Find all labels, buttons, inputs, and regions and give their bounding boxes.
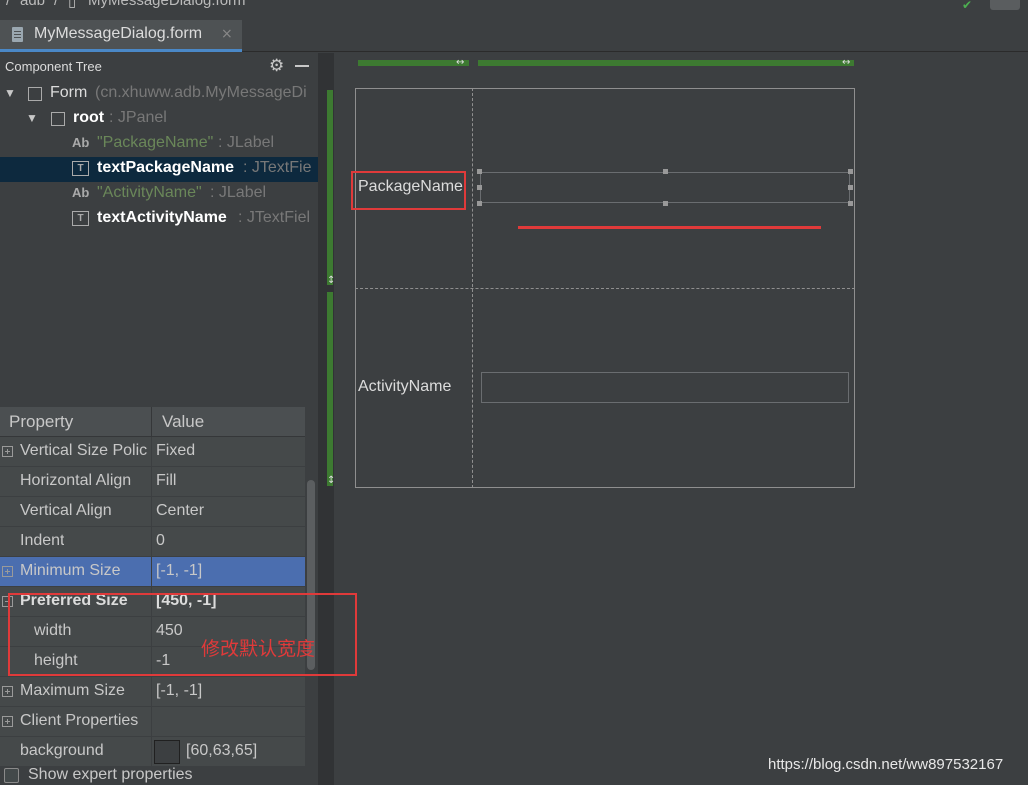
tree-row-form[interactable]: ▼ Form (cn.xhuww.adb.MyMessageDi (0, 82, 318, 107)
property-name: Vertical Size Polic (20, 442, 148, 459)
property-name: Client Properties (20, 712, 139, 729)
selection-handle[interactable] (477, 185, 482, 190)
component-tree-title: Component Tree (5, 59, 102, 74)
tree-row-detail: : JPanel (109, 109, 167, 126)
annotation-text: 修改默认宽度 (201, 638, 316, 660)
tree-row-label: "PackageName" (97, 134, 214, 151)
breadcrumb: / adb / ▯ MyMessageDialog.form (0, 0, 1028, 12)
property-table-header: Property Value (0, 407, 305, 437)
watermark: https://blog.csdn.net/ww897532167 (768, 756, 1004, 773)
minimize-icon[interactable] (295, 65, 309, 67)
expand-arrow-icon[interactable]: ▼ (4, 86, 16, 100)
tree-row-packagename-label[interactable]: Ab "PackageName" : JLabel (0, 132, 318, 157)
component-tree-header: Component Tree ⚙ (0, 53, 318, 80)
tree-row-activityname-label[interactable]: Ab "ActivityName" : JLabel (0, 182, 318, 207)
column-1-bar[interactable] (478, 60, 854, 66)
panel-icon (51, 112, 65, 126)
property-row[interactable]: Maximum Size [-1, -1] (0, 677, 305, 707)
property-value[interactable]: Fill (156, 472, 176, 490)
selection-handle[interactable] (848, 169, 853, 174)
component-tree-panel: Component Tree ⚙ ▼ Form (cn.xhuww.adb.My… (0, 53, 318, 388)
expand-plus-icon[interactable] (2, 566, 13, 577)
property-row[interactable]: Indent 0 (0, 527, 305, 557)
resize-vertical-icon[interactable]: ↕ (327, 276, 335, 286)
property-row[interactable]: Vertical Size Polic Fixed (0, 437, 305, 467)
tree-row-detail: : JLabel (218, 134, 275, 151)
toolbar-icon[interactable] (990, 0, 1020, 10)
show-expert-checkbox[interactable] (4, 768, 19, 783)
property-name: Minimum Size (20, 562, 121, 579)
tree-row-label: textActivityName (97, 209, 227, 226)
close-icon[interactable]: × (221, 26, 233, 42)
property-row-selected[interactable]: Minimum Size [-1, -1] (0, 557, 305, 587)
tree-row-root[interactable]: ▼ root : JPanel (0, 107, 318, 132)
expand-plus-icon[interactable] (2, 446, 13, 457)
property-name: Maximum Size (20, 682, 125, 699)
breadcrumb-project[interactable]: adb (20, 0, 45, 9)
row-1-bar[interactable] (327, 292, 333, 486)
form-file-icon (12, 27, 23, 42)
selection-handle[interactable] (663, 169, 668, 174)
value-column-header[interactable]: Value (162, 412, 204, 432)
property-name: Vertical Align (20, 502, 112, 519)
property-name: Horizontal Align (20, 472, 132, 489)
expand-plus-icon[interactable] (2, 686, 13, 697)
property-table: Property Value Vertical Size Polic Fixed… (0, 407, 305, 767)
gear-icon[interactable]: ⚙ (269, 56, 284, 76)
tree-row-label: "ActivityName" (97, 184, 202, 201)
row-0-bar[interactable] (327, 90, 333, 285)
expand-plus-icon[interactable] (2, 716, 13, 727)
tree-row-detail: : JTextFie (243, 159, 312, 176)
textactivityname-field[interactable] (481, 372, 849, 403)
tree-row-detail: : JTextFiel (238, 209, 311, 226)
selection-handle[interactable] (848, 201, 853, 206)
selection-handle[interactable] (477, 169, 482, 174)
property-row[interactable]: Horizontal Align Fill (0, 467, 305, 497)
textfield-icon: T (72, 161, 89, 176)
resize-vertical-icon[interactable]: ↕ (327, 476, 335, 486)
grid-row-divider (355, 288, 855, 289)
property-value[interactable]: [-1, -1] (156, 562, 202, 580)
annotation-underline (518, 226, 821, 229)
textpackagename-field[interactable] (480, 172, 850, 203)
property-value[interactable]: 0 (156, 532, 165, 550)
tree-row-textactivityname[interactable]: T textActivityName : JTextFiel (0, 207, 318, 232)
property-row[interactable]: background [60,63,65] (0, 737, 305, 767)
check-icon[interactable]: ✔ (962, 0, 972, 12)
selection-handle[interactable] (848, 185, 853, 190)
activityname-label[interactable]: ActivityName (358, 378, 451, 396)
property-row[interactable]: Client Properties (0, 707, 305, 737)
tree-row-detail: (cn.xhuww.adb.MyMessageDi (95, 84, 307, 101)
property-name: Indent (20, 532, 65, 549)
property-value[interactable]: Center (156, 502, 204, 520)
tree-row-label: textPackageName (97, 159, 234, 176)
property-value[interactable]: [-1, -1] (156, 682, 202, 700)
property-value[interactable]: [60,63,65] (186, 742, 257, 760)
tree-row-label: root (73, 109, 105, 126)
property-column-header[interactable]: Property (9, 412, 73, 432)
show-expert-label: Show expert properties (28, 766, 193, 783)
selection-handle[interactable] (477, 201, 482, 206)
expand-arrow-icon[interactable]: ▼ (26, 111, 38, 125)
tree-row-textpackagename[interactable]: T textPackageName : JTextFie (0, 157, 318, 182)
form-file-icon: ▯ (68, 0, 77, 10)
selection-handle[interactable] (663, 201, 668, 206)
editor-tab-bar: MyMessageDialog.form × (0, 12, 1028, 52)
textfield-icon: T (72, 211, 89, 226)
tree-row-detail: : JLabel (210, 184, 267, 201)
form-icon (28, 87, 42, 101)
property-row[interactable]: Vertical Align Center (0, 497, 305, 527)
property-name: background (20, 742, 104, 759)
property-value[interactable]: Fixed (156, 442, 195, 460)
breadcrumb-file[interactable]: MyMessageDialog.form (88, 0, 246, 9)
column-0-bar[interactable] (358, 60, 469, 66)
tree-row-label: Form (50, 84, 88, 101)
tab-label: MyMessageDialog.form (34, 25, 203, 42)
color-swatch[interactable] (154, 740, 180, 764)
annotation-box-label (351, 171, 466, 210)
tab-mymessagedialog-form[interactable]: MyMessageDialog.form × (0, 20, 242, 52)
label-icon: Ab (72, 135, 90, 150)
label-icon: Ab (72, 185, 90, 200)
show-expert-properties[interactable]: Show expert properties (0, 766, 318, 785)
